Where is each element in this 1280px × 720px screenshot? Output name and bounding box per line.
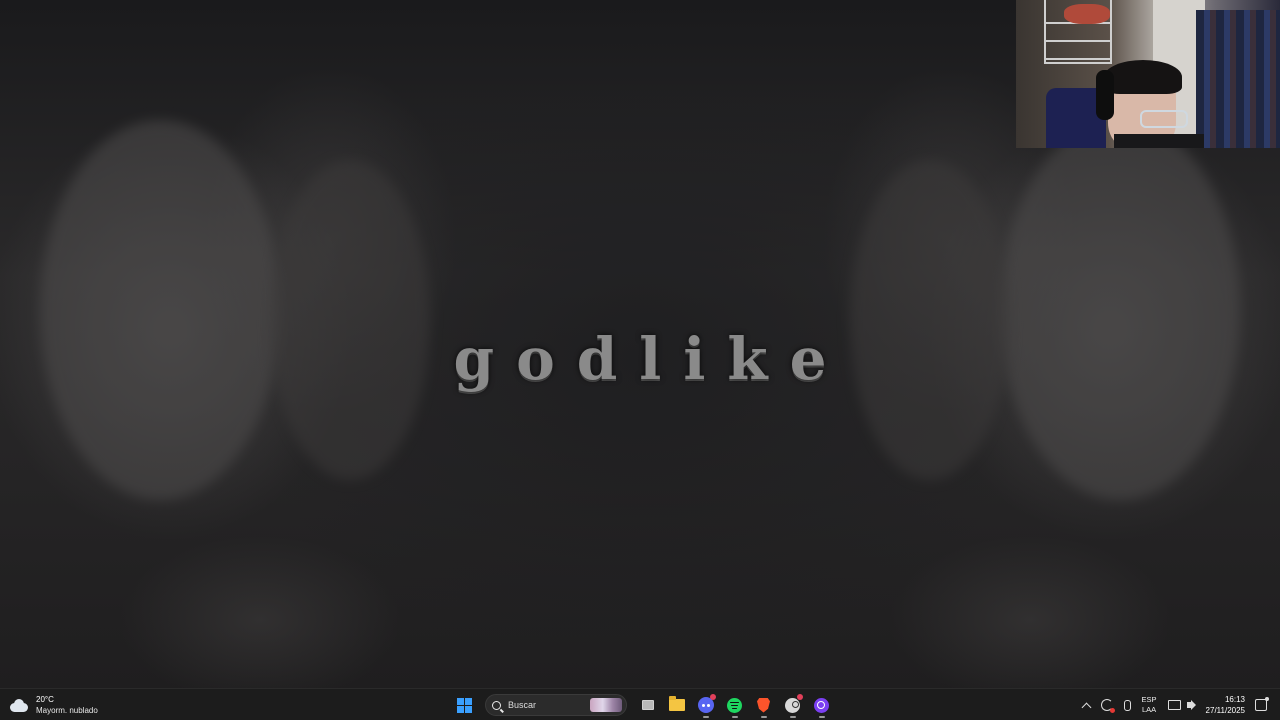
network-button[interactable] xyxy=(1167,692,1181,718)
taskbar: 20°C Mayorm. nublado Buscar ESP LAA 16:1… xyxy=(0,688,1280,720)
webcam-shirt xyxy=(1114,134,1204,148)
running-indicator xyxy=(789,716,796,718)
wallpaper-figure-right xyxy=(1000,120,1240,500)
folder-icon xyxy=(668,696,685,711)
task-view-icon xyxy=(641,700,654,710)
microphone-button[interactable] xyxy=(1123,692,1131,718)
wallpaper-figure-left xyxy=(40,120,280,500)
language-code: ESP xyxy=(1141,695,1157,704)
language-switcher[interactable]: ESP LAA xyxy=(1142,692,1157,718)
spotify-button[interactable] xyxy=(722,692,748,718)
webcam-plush xyxy=(1064,4,1110,24)
running-indicator xyxy=(760,716,767,718)
brave-icon xyxy=(757,697,770,713)
weather-widget[interactable]: 20°C Mayorm. nublado xyxy=(8,692,98,718)
circle-app-button[interactable] xyxy=(809,692,835,718)
wallpaper-hair-right xyxy=(850,160,1010,480)
search-box[interactable]: Buscar xyxy=(485,694,627,716)
network-icon xyxy=(1167,700,1181,710)
taskbar-center: Buscar xyxy=(450,692,836,718)
volume-icon xyxy=(1186,700,1196,710)
search-placeholder: Buscar xyxy=(508,700,537,710)
running-indicator xyxy=(731,716,738,718)
notifications-button[interactable] xyxy=(1255,692,1277,718)
file-explorer-button[interactable] xyxy=(664,692,690,718)
webcam-overlay xyxy=(1016,0,1280,148)
search-icon xyxy=(492,700,501,710)
brave-button[interactable] xyxy=(751,692,777,718)
wallpaper-title: godlike xyxy=(453,325,849,393)
steam-icon xyxy=(785,697,800,713)
webcam-clothes xyxy=(1196,10,1280,148)
clock-date: 27/11/2025 xyxy=(1205,706,1245,715)
webcam-hair xyxy=(1104,60,1182,94)
steam-button[interactable] xyxy=(780,692,806,718)
weather-temperature: 20°C xyxy=(36,695,54,704)
clock: 16:13 27/11/2025 xyxy=(1206,694,1245,716)
running-indicator xyxy=(818,716,825,718)
discord-button[interactable] xyxy=(693,692,719,718)
start-button[interactable] xyxy=(452,692,478,718)
wallpaper-hair-left xyxy=(270,160,430,480)
layout-code: LAA xyxy=(1141,705,1157,714)
language-indicator: ESP LAA xyxy=(1142,695,1157,715)
clock-button[interactable]: 16:13 27/11/2025 xyxy=(1206,692,1249,718)
weather-text: 20°C Mayorm. nublado xyxy=(36,694,98,716)
notification-badge xyxy=(709,694,716,700)
show-hidden-icons-button[interactable] xyxy=(1081,692,1091,718)
windows-start-icon xyxy=(457,697,472,713)
chevron-up-icon xyxy=(1081,702,1091,712)
search-highlight-image xyxy=(590,698,622,712)
weather-description: Mayorm. nublado xyxy=(36,706,98,715)
system-tray: ESP LAA 16:13 27/11/2025 xyxy=(1080,692,1280,718)
webcam-glasses xyxy=(1140,110,1188,128)
sync-icon xyxy=(1100,699,1115,713)
clock-time: 16:13 xyxy=(1224,695,1245,704)
notification-badge xyxy=(796,694,803,700)
volume-button[interactable] xyxy=(1186,692,1196,718)
sync-status-button[interactable] xyxy=(1100,692,1115,718)
webcam-headset xyxy=(1096,70,1114,120)
circle-app-icon xyxy=(814,697,829,713)
task-view-button[interactable] xyxy=(635,692,661,718)
partly-cloudy-icon xyxy=(8,698,30,712)
running-indicator xyxy=(702,716,709,718)
notification-icon xyxy=(1255,697,1269,711)
spotify-icon xyxy=(727,697,742,713)
microphone-icon xyxy=(1123,699,1131,711)
